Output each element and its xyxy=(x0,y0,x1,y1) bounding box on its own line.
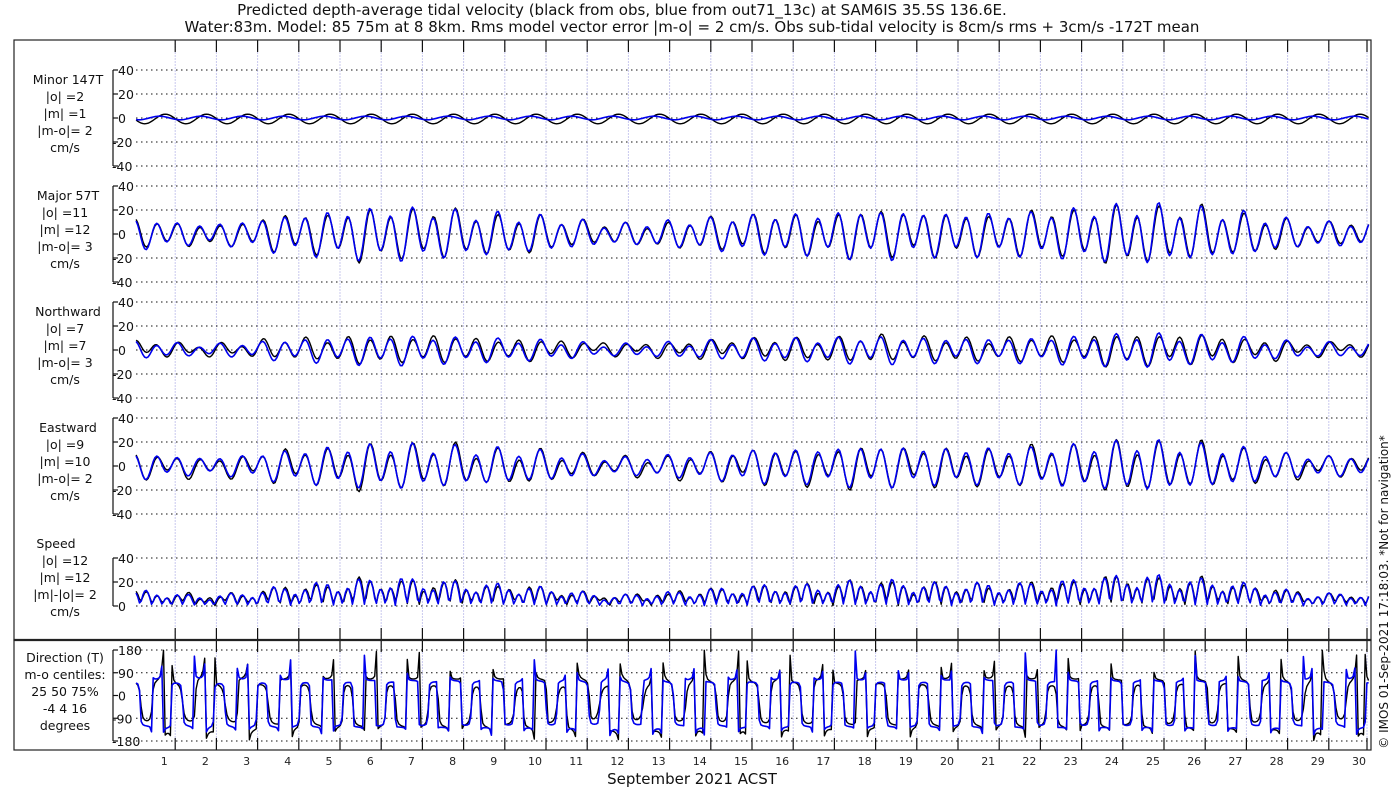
x-tick-label: 30 xyxy=(1352,755,1366,768)
x-axis-label: September 2021 ACST xyxy=(607,770,778,788)
x-tick-label: 25 xyxy=(1146,755,1160,768)
tidal-velocity-chart: Predicted depth-average tidal velocity (… xyxy=(13,1,1391,788)
east-panel-label: |m-o|= 2 xyxy=(37,471,92,486)
north-panel-label: Northward xyxy=(35,304,101,319)
minor-panel-label: cm/s xyxy=(50,140,80,155)
minor-y-tick-label: -20 xyxy=(112,135,132,150)
direction-panel-label: m-o centiles: xyxy=(24,667,105,682)
major-y-tick-label: -20 xyxy=(112,251,132,266)
x-tick-label: 21 xyxy=(981,755,995,768)
minor-panel-label: Minor 147T xyxy=(33,72,104,87)
x-tick-label: 26 xyxy=(1187,755,1201,768)
north-y-tick-label: 0 xyxy=(118,343,126,358)
minor-y-tick-label: 20 xyxy=(118,87,134,102)
minor-panel-label: |m-o|= 2 xyxy=(37,123,92,138)
direction-y-tick-label: 0 xyxy=(118,689,126,704)
east-panel-label: cm/s xyxy=(50,488,80,503)
x-tick-label: 28 xyxy=(1270,755,1284,768)
direction-panel-label: degrees xyxy=(40,718,90,733)
speed-panel-label: cm/s xyxy=(50,604,80,619)
minor-y-tick-label: -40 xyxy=(112,159,132,174)
x-tick-label: 8 xyxy=(449,755,456,768)
x-tick-label: 24 xyxy=(1105,755,1119,768)
x-tick-label: 18 xyxy=(858,755,872,768)
north-panel-label: |m| =7 xyxy=(44,338,87,353)
minor-panel-label: |o| =2 xyxy=(46,89,84,104)
east-y-tick-label: -20 xyxy=(112,483,132,498)
x-tick-label: 6 xyxy=(367,755,374,768)
major-panel-label: |m-o|= 3 xyxy=(37,239,92,254)
x-tick-label: 11 xyxy=(569,755,583,768)
chart-title-line2: Water:83m. Model: 85 75m at 8 8km. Rms m… xyxy=(185,18,1200,36)
speed-y-tick-label: 20 xyxy=(118,575,134,590)
speed-panel-label: |o| =12 xyxy=(42,553,88,568)
east-panel-label: |m| =10 xyxy=(40,454,91,469)
x-tick-label: 16 xyxy=(775,755,789,768)
x-tick-label: 10 xyxy=(528,755,542,768)
grid-layer xyxy=(112,40,1368,750)
north-y-tick-label: -40 xyxy=(112,391,132,406)
east-y-tick-label: 0 xyxy=(118,459,126,474)
direction-y-tick-label: -90 xyxy=(112,711,132,726)
x-tick-label: 19 xyxy=(899,755,913,768)
major-panel-label: |o| =11 xyxy=(42,205,88,220)
major-panel-label: cm/s xyxy=(50,256,80,271)
x-tick-label: 20 xyxy=(940,755,954,768)
major-panel-label: |m| =12 xyxy=(40,222,91,237)
east-panel-label: |o| =9 xyxy=(46,437,85,452)
north-y-tick-label: 20 xyxy=(118,319,134,334)
direction-y-tick-label: 90 xyxy=(118,666,134,681)
north-panel-label: |m-o|= 3 xyxy=(37,355,92,370)
north-y-tick-label: -20 xyxy=(112,367,132,382)
copyright-notice: © IMOS 01-Sep-2021 17:18:03. *Not for na… xyxy=(1377,435,1391,749)
minor-y-tick-label: 0 xyxy=(118,111,126,126)
direction-panel-label: -4 4 16 xyxy=(43,701,87,716)
major-y-tick-label: 20 xyxy=(118,203,134,218)
major-panel-label: Major 57T xyxy=(37,188,100,203)
direction-y-tick-label: -180 xyxy=(112,734,140,749)
x-tick-label: 29 xyxy=(1311,755,1325,768)
speed-panel-label: Speed xyxy=(36,536,75,551)
minor-y-tick-label: 40 xyxy=(118,63,134,78)
x-tick-label: 9 xyxy=(490,755,497,768)
x-tick-label: 14 xyxy=(693,755,707,768)
x-tick-label: 2 xyxy=(202,755,209,768)
east-y-tick-label: 40 xyxy=(118,411,134,426)
x-tick-label: 17 xyxy=(816,755,830,768)
x-tick-label: 13 xyxy=(652,755,666,768)
x-tick-label: 22 xyxy=(1022,755,1036,768)
x-tick-label: 12 xyxy=(610,755,624,768)
north-panel-label: cm/s xyxy=(50,372,80,387)
x-tick-label: 3 xyxy=(243,755,250,768)
speed-panel-label: |m| =12 xyxy=(40,570,91,585)
major-y-tick-label: 0 xyxy=(118,227,126,242)
minor-panel-label: |m| =1 xyxy=(44,106,87,121)
major-y-tick-label: -40 xyxy=(112,275,132,290)
x-tick-label: 15 xyxy=(734,755,748,768)
x-tick-label: 5 xyxy=(326,755,333,768)
upper-frame xyxy=(13,39,1372,641)
east-y-tick-label: -40 xyxy=(112,507,132,522)
x-tick-label: 27 xyxy=(1228,755,1242,768)
label-layer: 1 2 3 4 5 6 7 8 9 10 11 12 13 14 15 16 17 18 19 20 21 22 23 24 2… xyxy=(24,63,1366,768)
major-y-tick-label: 40 xyxy=(118,179,134,194)
speed-y-tick-label: 40 xyxy=(118,551,134,566)
direction-y-tick-label: 180 xyxy=(118,643,142,658)
x-tick-label: 23 xyxy=(1064,755,1078,768)
north-panel-label: |o| =7 xyxy=(46,321,84,336)
x-tick-label: 7 xyxy=(408,755,415,768)
x-tick-label: 4 xyxy=(284,755,291,768)
speed-y-tick-label: 0 xyxy=(118,599,126,614)
direction-panel-label: 25 50 75% xyxy=(31,684,99,699)
east-panel-label: Eastward xyxy=(39,420,97,435)
speed-panel-label: |m|-|o|= 2 xyxy=(33,587,97,602)
x-tick-label: 1 xyxy=(161,755,168,768)
direction-panel-label: Direction (T) xyxy=(26,650,104,665)
east-y-tick-label: 20 xyxy=(118,435,134,450)
north-y-tick-label: 40 xyxy=(118,295,134,310)
